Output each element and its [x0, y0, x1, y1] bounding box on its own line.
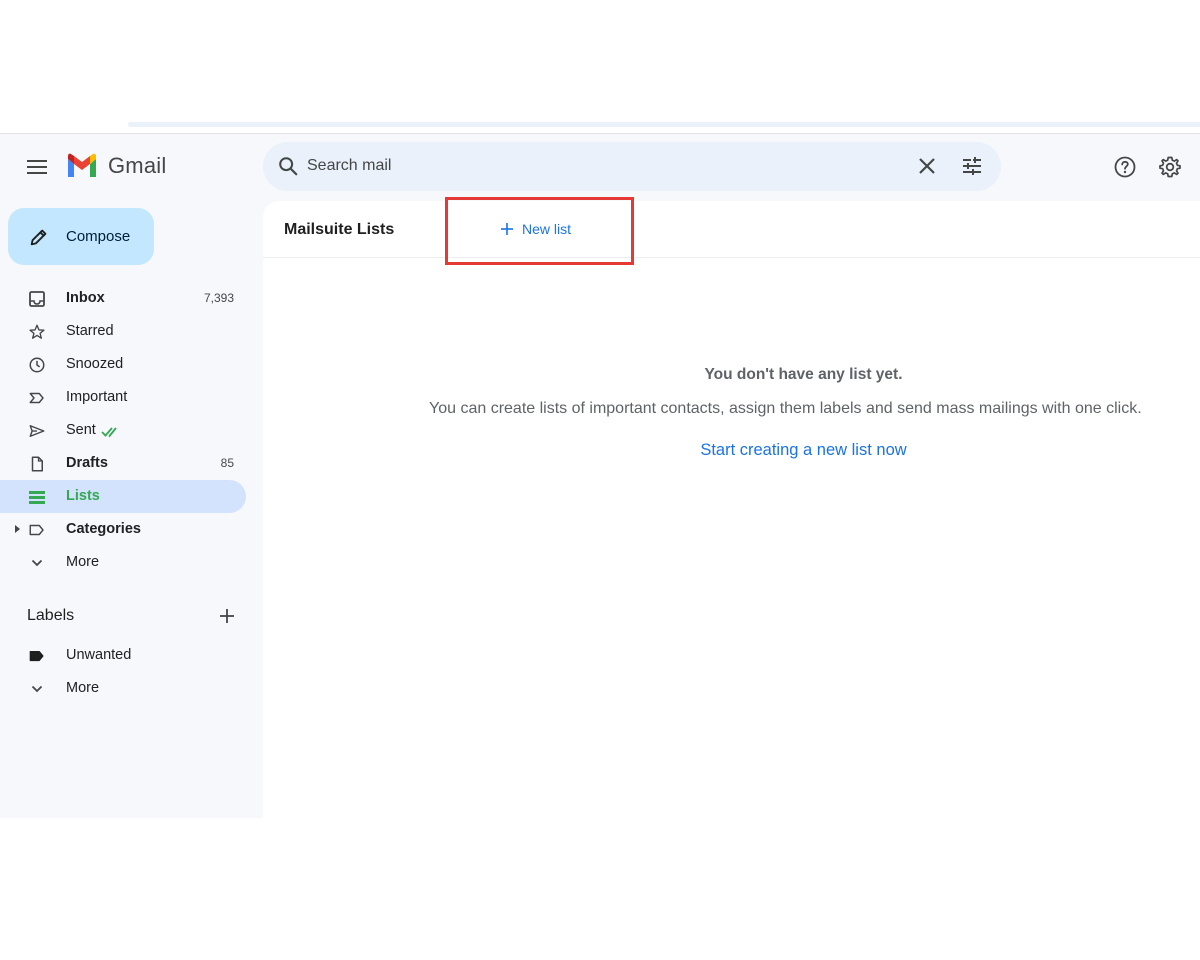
- gmail-logo[interactable]: Gmail: [66, 153, 166, 179]
- sidebar-item-label: Inbox: [66, 290, 105, 306]
- lists-toolbar: Mailsuite Lists New list: [263, 197, 1200, 265]
- help-icon[interactable]: [1113, 155, 1137, 179]
- chevron-down-icon: [27, 553, 47, 573]
- start-new-list-link[interactable]: Start creating a new list now: [263, 441, 1200, 460]
- chevron-down-icon: [27, 679, 47, 699]
- search-bar[interactable]: [263, 142, 1001, 191]
- tune-icon[interactable]: [960, 154, 984, 178]
- sidebar-item-inbox[interactable]: Inbox 7,393: [0, 282, 262, 315]
- menu-icon: [27, 160, 47, 174]
- expand-caret-icon[interactable]: [15, 525, 20, 533]
- draft-icon: [27, 454, 47, 474]
- page-title: Mailsuite Lists: [284, 221, 395, 238]
- label-item-label: Unwanted: [66, 647, 132, 663]
- new-list-button[interactable]: New list: [500, 221, 571, 237]
- sidebar-item-label: Sent: [66, 422, 96, 438]
- send-icon: [27, 421, 47, 441]
- sidebar-item-lists[interactable]: Lists: [0, 480, 246, 513]
- sidebar-nav: Inbox 7,393 Starred Snoozed Important Se…: [0, 282, 262, 579]
- new-list-label: New list: [522, 221, 572, 237]
- label-icon: [27, 520, 47, 540]
- inbox-icon: [27, 289, 47, 309]
- draft-count: 85: [220, 456, 234, 470]
- sidebar-item-more[interactable]: More: [0, 546, 262, 579]
- gmail-app: Gmail C: [0, 134, 1200, 818]
- label-item-unwanted[interactable]: Unwanted: [0, 639, 262, 672]
- label-filled-icon: [27, 646, 47, 666]
- app-name: Gmail: [108, 153, 167, 178]
- plus-icon[interactable]: [217, 606, 237, 626]
- plus-icon: [501, 223, 513, 235]
- compose-label: Compose: [66, 228, 131, 245]
- top-strip: [128, 122, 1200, 127]
- sidebar-item-important[interactable]: Important: [0, 381, 262, 414]
- labels-heading: Labels: [27, 607, 75, 624]
- sidebar-item-label: Important: [66, 389, 128, 405]
- clock-icon: [27, 355, 47, 375]
- sidebar-item-starred[interactable]: Starred: [0, 315, 262, 348]
- sidebar-item-label: Lists: [66, 488, 100, 504]
- unread-count: 7,393: [203, 291, 234, 305]
- compose-button[interactable]: Compose: [8, 208, 154, 265]
- labels-list: Unwanted More: [0, 639, 262, 705]
- sidebar-item-categories[interactable]: Categories: [0, 513, 262, 546]
- sidebar-item-label: Starred: [66, 323, 114, 339]
- sidebar-item-sent[interactable]: Sent: [0, 414, 262, 447]
- gmail-logo-icon: [68, 153, 96, 177]
- sidebar-item-label: Snoozed: [66, 356, 124, 372]
- sidebar-item-label: More: [66, 554, 100, 570]
- important-icon: [27, 388, 47, 408]
- sidebar-item-drafts[interactable]: Drafts 85: [0, 447, 262, 480]
- double-check-icon: [101, 427, 117, 438]
- main-pane: Mailsuite Lists New list You don't have …: [263, 197, 1200, 818]
- search-icon[interactable]: [277, 155, 299, 177]
- star-icon: [27, 322, 47, 342]
- search-input[interactable]: [307, 152, 897, 180]
- labels-more[interactable]: More: [0, 672, 262, 705]
- label-item-label: More: [66, 680, 100, 696]
- sidebar-item-label: Categories: [66, 521, 141, 537]
- close-icon[interactable]: [915, 154, 939, 178]
- settings-icon[interactable]: [1158, 155, 1182, 179]
- list-icon: [27, 487, 47, 507]
- sidebar-item-snoozed[interactable]: Snoozed: [0, 348, 262, 381]
- pencil-icon: [30, 229, 47, 245]
- sidebar-item-label: Drafts: [66, 455, 108, 471]
- empty-state-title: You don't have any list yet.: [704, 366, 903, 383]
- empty-state-description: You can create lists of important contac…: [429, 400, 1142, 417]
- main-menu-button[interactable]: [22, 152, 52, 182]
